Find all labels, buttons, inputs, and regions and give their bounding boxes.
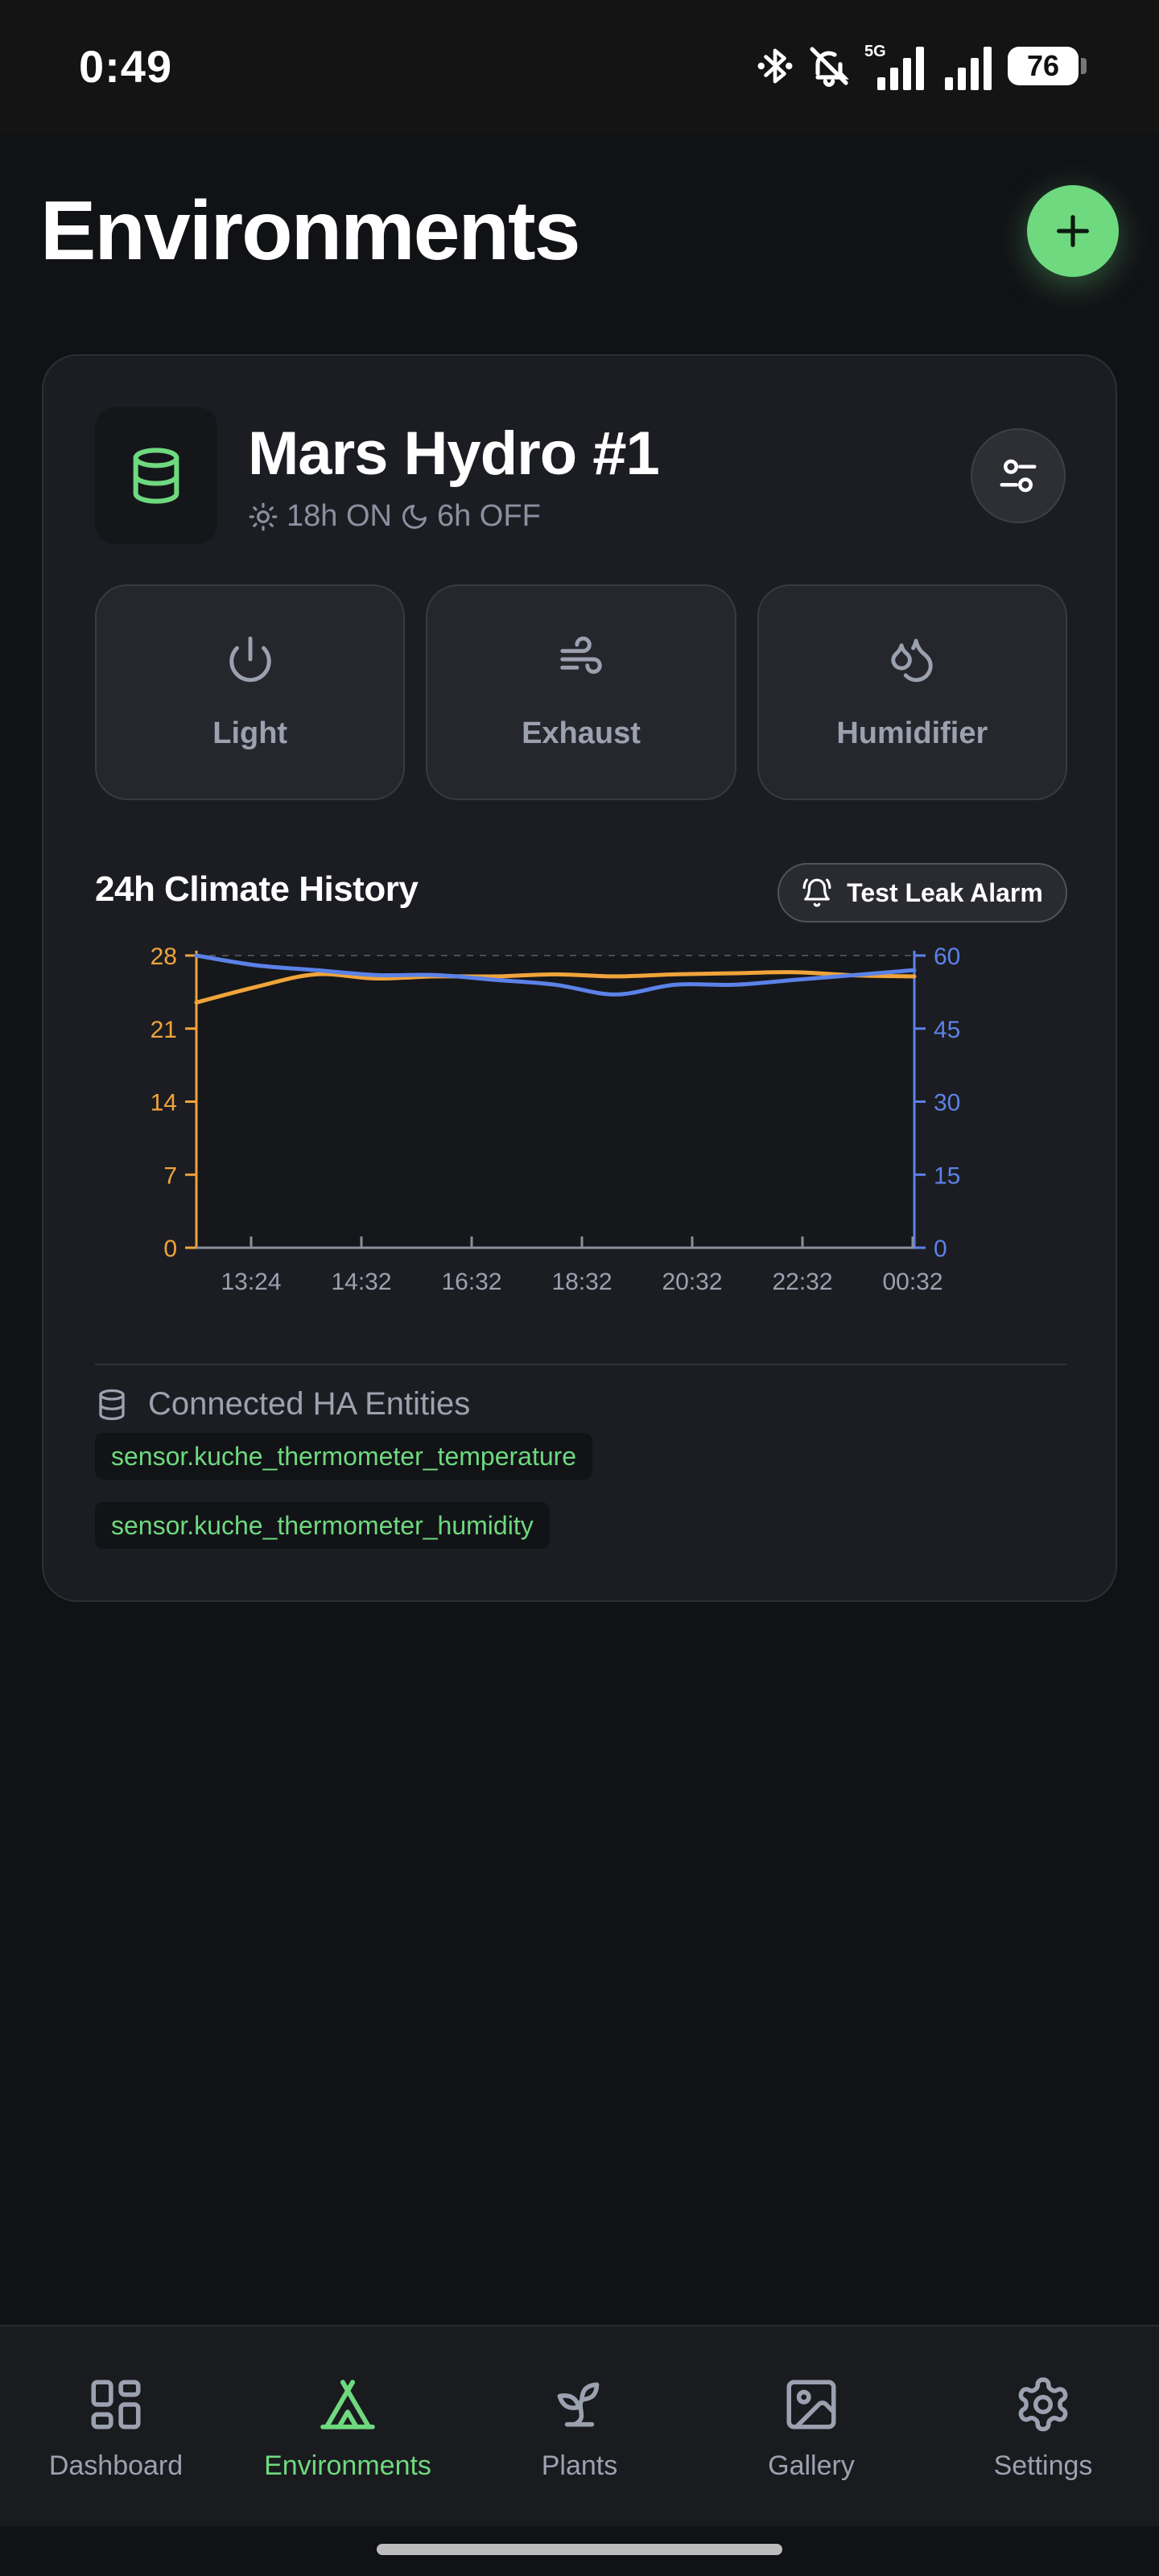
network-label: 5G [864, 43, 886, 60]
chart-left-tick-label: 14 [151, 1090, 177, 1117]
chart-right-tick-label: 15 [934, 1162, 960, 1189]
humidity-series-line [194, 953, 917, 997]
chart-right-tick-label: 30 [934, 1090, 960, 1117]
status-time: 0:49 [79, 41, 173, 92]
chart-right-tick-label: 0 [934, 1236, 947, 1262]
nav-gallery[interactable]: Gallery [695, 2326, 927, 2528]
chart-x-tick-label: 18:32 [551, 1269, 612, 1295]
humidifier-toggle-button[interactable]: Humidifier [757, 584, 1067, 800]
status-icons: 5G 76 [757, 42, 1087, 90]
nav-settings-label: Settings [993, 2450, 1093, 2481]
nav-gallery-label: Gallery [768, 2450, 855, 2481]
chart-plot-area [196, 956, 914, 1248]
temperature-series-line [194, 970, 917, 1005]
exhaust-label: Exhaust [522, 716, 641, 750]
test-leak-alarm-button[interactable]: Test Leak Alarm [777, 863, 1067, 923]
light-label: Light [212, 716, 288, 750]
home-indicator [377, 2544, 782, 2555]
entities-divider [95, 1364, 1067, 1365]
chart-left-tick-label: 28 [151, 943, 177, 970]
environment-icon-box [95, 407, 217, 544]
dashboard-icon [91, 2380, 141, 2429]
entity-chip-temperature: sensor.kuche_thermometer_temperature [95, 1433, 593, 1480]
test-leak-alarm-label: Test Leak Alarm [847, 877, 1043, 907]
nav-plants-label: Plants [541, 2450, 618, 2481]
page-title: Environments [40, 184, 580, 278]
chart-left-tick-label: 21 [151, 1017, 177, 1043]
mute-icon [810, 47, 849, 87]
bell-icon [802, 878, 831, 907]
signal-icon: 5G [864, 43, 924, 90]
gear-icon [1018, 2377, 1068, 2432]
tent-icon [320, 2380, 375, 2429]
chart-left-tick-label: 0 [163, 1236, 177, 1262]
sliders-icon [1000, 459, 1037, 493]
device-controls: Light Exhaust Humidifier [95, 584, 1067, 800]
entities-header: Connected HA Entities [95, 1386, 470, 1422]
battery-indicator: 76 [1008, 47, 1087, 85]
chart-x-tick-label: 14:32 [331, 1269, 391, 1295]
light-schedule: 18h ON 6h OFF [248, 499, 541, 534]
sprout-icon [557, 2382, 600, 2427]
nav-environments[interactable]: Environments [232, 2326, 464, 2528]
chart-right-tick-label: 60 [934, 943, 960, 970]
light-toggle-button[interactable]: Light [95, 584, 406, 800]
humidifier-label: Humidifier [836, 716, 988, 750]
environment-card: Mars Hydro #1 18h ON 6h OFF Light Exhaus… [42, 354, 1117, 1602]
light-off-duration: 6h OFF [436, 499, 541, 533]
wind-icon [560, 636, 602, 674]
chart-x-tick-label: 22:32 [772, 1269, 832, 1295]
chart-left-tick-label: 7 [163, 1162, 177, 1189]
entity-chip-humidity: sensor.kuche_thermometer_humidity [95, 1502, 550, 1549]
database-small-icon [99, 1389, 125, 1420]
droplets-icon [891, 638, 934, 682]
nav-settings[interactable]: Settings [927, 2326, 1159, 2528]
nav-environments-label: Environments [264, 2450, 431, 2481]
plus-icon [1057, 215, 1089, 247]
environment-name: Mars Hydro #1 [248, 419, 660, 488]
bluetooth-icon [757, 48, 793, 84]
nav-dashboard-label: Dashboard [48, 2450, 184, 2481]
entities-title: Connected HA Entities [148, 1386, 471, 1422]
chart-x-tick-label: 16:32 [441, 1269, 501, 1295]
chart-x-tick-label: 13:24 [221, 1269, 281, 1295]
bottom-navigation: Dashboard Environments Plants Gallery Se… [0, 2325, 1159, 2526]
add-environment-button[interactable] [1027, 185, 1119, 277]
sun-icon [249, 502, 278, 530]
nav-dashboard[interactable]: Dashboard [0, 2326, 232, 2528]
moon-icon [402, 504, 427, 529]
signal-2-icon [945, 47, 992, 90]
chart-x-tick-label: 20:32 [662, 1269, 722, 1295]
light-on-duration: 18h ON [287, 499, 392, 533]
image-icon [786, 2380, 836, 2429]
status-bar: 0:49 5G 76 [0, 0, 1159, 133]
power-icon [229, 636, 271, 682]
environment-settings-button[interactable] [971, 428, 1066, 523]
database-icon [133, 448, 179, 504]
chart-right-tick-label: 45 [934, 1017, 960, 1043]
climate-history-title: 24h Climate History [95, 869, 419, 909]
nav-plants[interactable]: Plants [464, 2326, 695, 2528]
exhaust-toggle-button[interactable]: Exhaust [426, 584, 736, 800]
chart-x-tick-label: 00:32 [882, 1269, 942, 1295]
